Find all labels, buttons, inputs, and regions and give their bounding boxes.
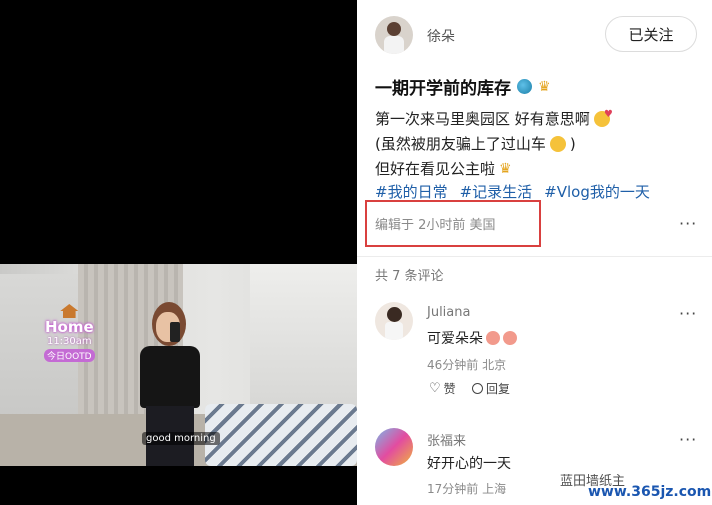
window-light xyxy=(250,264,357,414)
globe-icon xyxy=(517,79,532,94)
commenter-name[interactable]: Juliana xyxy=(427,305,470,320)
commenter-name[interactable]: 张福来 xyxy=(427,430,466,449)
home-label: Home xyxy=(44,318,94,336)
comment-time: 17分钟前 上海 xyxy=(427,482,507,496)
crown-icon: ♛ xyxy=(538,78,551,95)
author-avatar[interactable] xyxy=(375,16,413,54)
peach-emoji-icon xyxy=(503,331,517,345)
post-tags: #我的日常 #记录生活 #Vlog我的一天 xyxy=(375,181,658,202)
date-label: 今日OOTD xyxy=(44,349,95,362)
comment-count: 共 7 条评论 xyxy=(375,269,444,284)
time-label: 11:30am xyxy=(46,336,92,347)
comment-text-content: 可爱朵朵 xyxy=(427,331,483,347)
tag-record-life[interactable]: #记录生活 xyxy=(460,181,533,202)
heart-icon: ♡ xyxy=(429,381,441,396)
comment-more-button[interactable]: ··· xyxy=(679,304,697,323)
comment-time: 46分钟前 北京 xyxy=(427,358,507,372)
post-photo[interactable]: Home 11:30am 今日OOTD good morning xyxy=(0,264,357,466)
like-label: 赞 xyxy=(443,382,456,396)
post-line-2-text: (虽然被朋友骗上了过山车 xyxy=(375,135,546,153)
post-line-3-text: 但好在看见公主啦 xyxy=(375,160,496,178)
comment-more-button[interactable]: ··· xyxy=(679,430,697,449)
commenter-avatar[interactable] xyxy=(375,302,413,340)
house-icon xyxy=(60,304,79,318)
media-viewer[interactable]: Home 11:30am 今日OOTD good morning xyxy=(0,0,357,505)
divider xyxy=(357,256,712,257)
reply-button[interactable]: 回复 xyxy=(472,380,510,397)
author-name[interactable]: 徐朵 xyxy=(427,26,455,46)
post-title: 一期开学前的库存 ♛ xyxy=(375,74,551,100)
watermark-url: www.365jz.com xyxy=(588,484,712,500)
tag-vlog[interactable]: #Vlog我的一天 xyxy=(544,181,650,202)
tag-my-daily[interactable]: #我的日常 xyxy=(375,181,448,202)
caption-label: good morning xyxy=(142,432,220,445)
comment-text: 可爱朵朵 xyxy=(427,328,517,348)
post-line-1: 第一次来马里奥园区 好有意思啊 ♥ xyxy=(375,108,613,129)
reply-icon xyxy=(472,383,483,394)
follow-button[interactable]: 已关注 xyxy=(605,16,697,52)
like-button[interactable]: ♡ 赞 xyxy=(429,380,456,397)
post-detail-panel: 徐朵 已关注 一期开学前的库存 ♛ 第一次来马里奥园区 好有意思啊 ♥ (虽然被… xyxy=(357,0,712,505)
peach-emoji-icon xyxy=(486,331,500,345)
comment-text: 好开心的一天 xyxy=(427,456,511,472)
commenter-avatar[interactable] xyxy=(375,428,413,466)
edit-meta: 编辑于 2小时前 美国 xyxy=(375,218,496,233)
kiss-emoji-icon: ♥ xyxy=(593,109,613,127)
post-line-2-close: ) xyxy=(569,134,576,153)
home-sticker: Home 11:30am 今日OOTD xyxy=(44,304,95,362)
crown-icon: ♛ xyxy=(499,160,512,177)
post-more-button[interactable]: ··· xyxy=(679,214,697,233)
reply-label: 回复 xyxy=(486,382,511,396)
grin-emoji-icon xyxy=(549,135,566,152)
post-line-3: 但好在看见公主啦 ♛ xyxy=(375,158,512,179)
post-line-1-text: 第一次来马里奥园区 好有意思啊 xyxy=(375,110,590,128)
post-title-text: 一期开学前的库存 xyxy=(375,79,511,99)
bed xyxy=(205,404,357,466)
post-line-2: (虽然被朋友骗上了过山车 ) xyxy=(375,133,576,154)
